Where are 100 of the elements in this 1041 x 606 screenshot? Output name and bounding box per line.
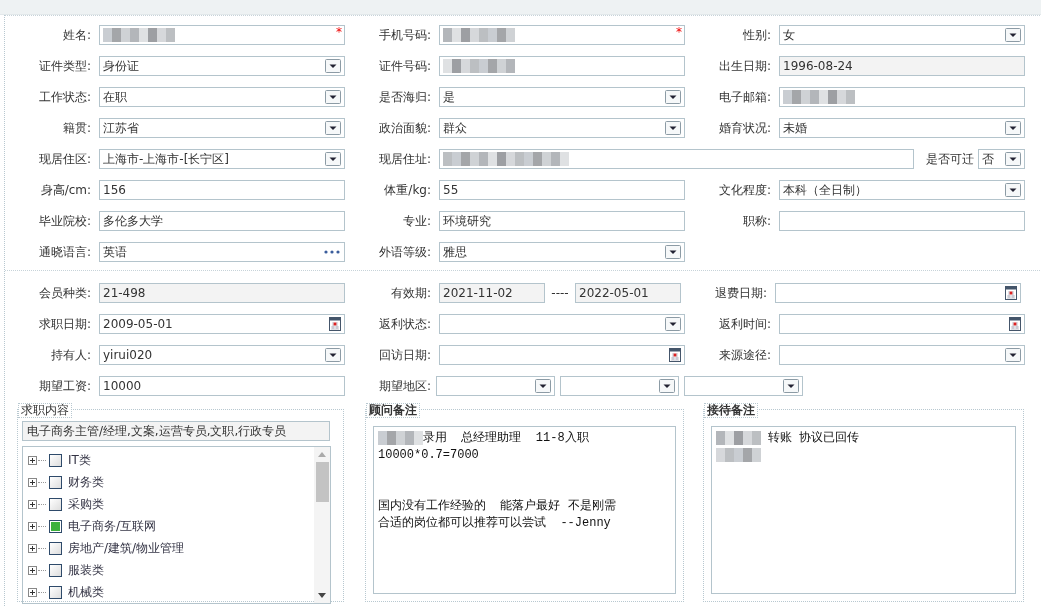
checkbox[interactable]: [49, 541, 62, 555]
field-label: 工作状态:: [37, 89, 92, 106]
date-field[interactable]: 2021-11-02: [439, 283, 545, 303]
expand-icon[interactable]: [28, 521, 37, 531]
checkbox[interactable]: [49, 453, 62, 467]
dropdown-field[interactable]: 是: [439, 87, 685, 107]
dropdown-field[interactable]: 雅思: [439, 242, 685, 262]
dropdown-field[interactable]: 女: [779, 25, 1025, 45]
category-label[interactable]: 服装类: [68, 561, 104, 579]
expand-icon[interactable]: [28, 565, 37, 575]
field-label: 电子邮箱:: [717, 89, 772, 106]
dropdown-field[interactable]: [779, 345, 1025, 365]
input-field[interactable]: 多伦多大学: [99, 211, 345, 231]
field-label: 通晓语言:: [37, 244, 92, 261]
dropdown-field[interactable]: [436, 376, 555, 396]
date-field[interactable]: 2009-05-01: [99, 314, 345, 334]
field-label: 政治面貌:: [377, 120, 432, 137]
panel-legend: 接待备注: [704, 403, 758, 418]
dropdown-field[interactable]: yirui020: [99, 345, 345, 365]
input-field[interactable]: *: [439, 25, 685, 45]
dropdown-field[interactable]: 身份证: [99, 56, 345, 76]
field-label: 是否可迁: [925, 151, 975, 168]
field-label: 婚育状况:: [717, 120, 772, 137]
field-label: 证件号码:: [377, 58, 432, 75]
dropdown-field[interactable]: 群众: [439, 118, 685, 138]
input-field[interactable]: [779, 87, 1025, 107]
category-label[interactable]: 机械类: [68, 583, 104, 601]
field-label: 期望地区:: [377, 378, 432, 395]
field-label: 出生日期:: [717, 58, 772, 75]
field-label: 籍贯:: [61, 120, 92, 137]
dropdown-field[interactable]: 在职: [99, 87, 345, 107]
date-field[interactable]: [779, 314, 1025, 334]
field-label: 外语等级:: [377, 244, 432, 261]
field-label: 会员种类:: [37, 285, 92, 302]
input-field[interactable]: 环境研究: [439, 211, 685, 231]
note-text: 合适的岗位都可以推荐可以尝试 --Jenny: [378, 515, 611, 531]
input-field[interactable]: *: [99, 25, 345, 45]
calendar-icon[interactable]: [669, 348, 681, 362]
lookup-field[interactable]: 英语: [99, 242, 345, 262]
calendar-icon[interactable]: [329, 317, 341, 331]
field-label: 是否海归:: [377, 89, 432, 106]
range-separator: ----: [550, 286, 570, 300]
dropdown-field[interactable]: [439, 314, 685, 334]
expand-icon[interactable]: [28, 587, 37, 597]
calendar-icon[interactable]: [1005, 286, 1017, 300]
expand-icon[interactable]: [28, 543, 37, 553]
scroll-down-icon[interactable]: [318, 593, 326, 598]
input-field[interactable]: 10000: [99, 376, 345, 396]
input-field[interactable]: 156: [99, 180, 345, 200]
checkbox[interactable]: [49, 563, 62, 577]
scroll-thumb[interactable]: [315, 462, 329, 502]
dropdown-field[interactable]: 本科（全日制）: [779, 180, 1025, 200]
dropdown-field[interactable]: [684, 376, 803, 396]
dropdown-field[interactable]: [560, 376, 679, 396]
input-field[interactable]: [439, 149, 914, 169]
notes-textarea[interactable]: 转账 协议已回传: [711, 426, 1016, 594]
checkbox[interactable]: [49, 497, 62, 511]
field-label: 体重/kg:: [383, 182, 432, 199]
field-label: 现居住址:: [377, 151, 432, 168]
category-label[interactable]: IT类: [68, 451, 91, 469]
note-text: 国内没有工作经验的 能落户最好 不是刚需: [378, 498, 616, 514]
dropdown-field[interactable]: 否: [978, 149, 1025, 169]
field-label: 来源途径:: [717, 347, 772, 364]
field-label: 有效期:: [389, 285, 432, 302]
dropdown-field[interactable]: 未婚: [779, 118, 1025, 138]
category-label[interactable]: 采购类: [68, 495, 104, 513]
expand-icon[interactable]: [28, 477, 37, 487]
category-label[interactable]: 房地产/建筑/物业管理: [68, 539, 185, 557]
more-icon[interactable]: [324, 250, 340, 254]
field-label: 现居住区:: [37, 151, 92, 168]
date-field[interactable]: [775, 283, 1021, 303]
scrollbar[interactable]: [314, 447, 330, 603]
field-label: 文化程度:: [717, 182, 772, 199]
required-mark: *: [676, 25, 682, 39]
field-label: 返利状态:: [377, 316, 432, 333]
checkbox[interactable]: [49, 519, 62, 533]
input-field[interactable]: 55: [439, 180, 685, 200]
date-field[interactable]: [439, 345, 685, 365]
field-label: 持有人:: [49, 347, 92, 364]
calendar-icon[interactable]: [1009, 317, 1021, 331]
checkbox[interactable]: [49, 475, 62, 489]
required-mark: *: [336, 25, 342, 39]
note-text: 转账 协议已回传: [767, 430, 860, 446]
dropdown-field[interactable]: 上海市-上海市-[长宁区]: [99, 149, 345, 169]
checkbox[interactable]: [49, 585, 62, 599]
date-field[interactable]: 2022-05-01: [575, 283, 681, 303]
field-label: 职称:: [741, 213, 772, 230]
field-label: 身高/cm:: [39, 182, 92, 199]
expand-icon[interactable]: [28, 499, 37, 509]
field-label: 性别:: [741, 27, 772, 44]
expand-icon[interactable]: [28, 455, 37, 465]
notes-textarea[interactable]: 录用 总经理助理 11-8入职 10000*0.7=7000 国内没有工作经验的 能落户最好 不是刚需 合适的岗位都可以推荐可以尝试 --Jenny: [373, 426, 676, 594]
dropdown-field[interactable]: 江苏省: [99, 118, 345, 138]
input-field[interactable]: [779, 211, 1025, 231]
note-text: 10000*0.7=7000: [378, 447, 479, 462]
category-label[interactable]: 电子商务/互联网: [68, 517, 157, 535]
input-field[interactable]: [439, 56, 685, 76]
panel-legend: 顾问备注: [366, 403, 420, 418]
category-label[interactable]: 财务类: [68, 473, 104, 491]
field-label: 求职日期:: [37, 316, 92, 333]
